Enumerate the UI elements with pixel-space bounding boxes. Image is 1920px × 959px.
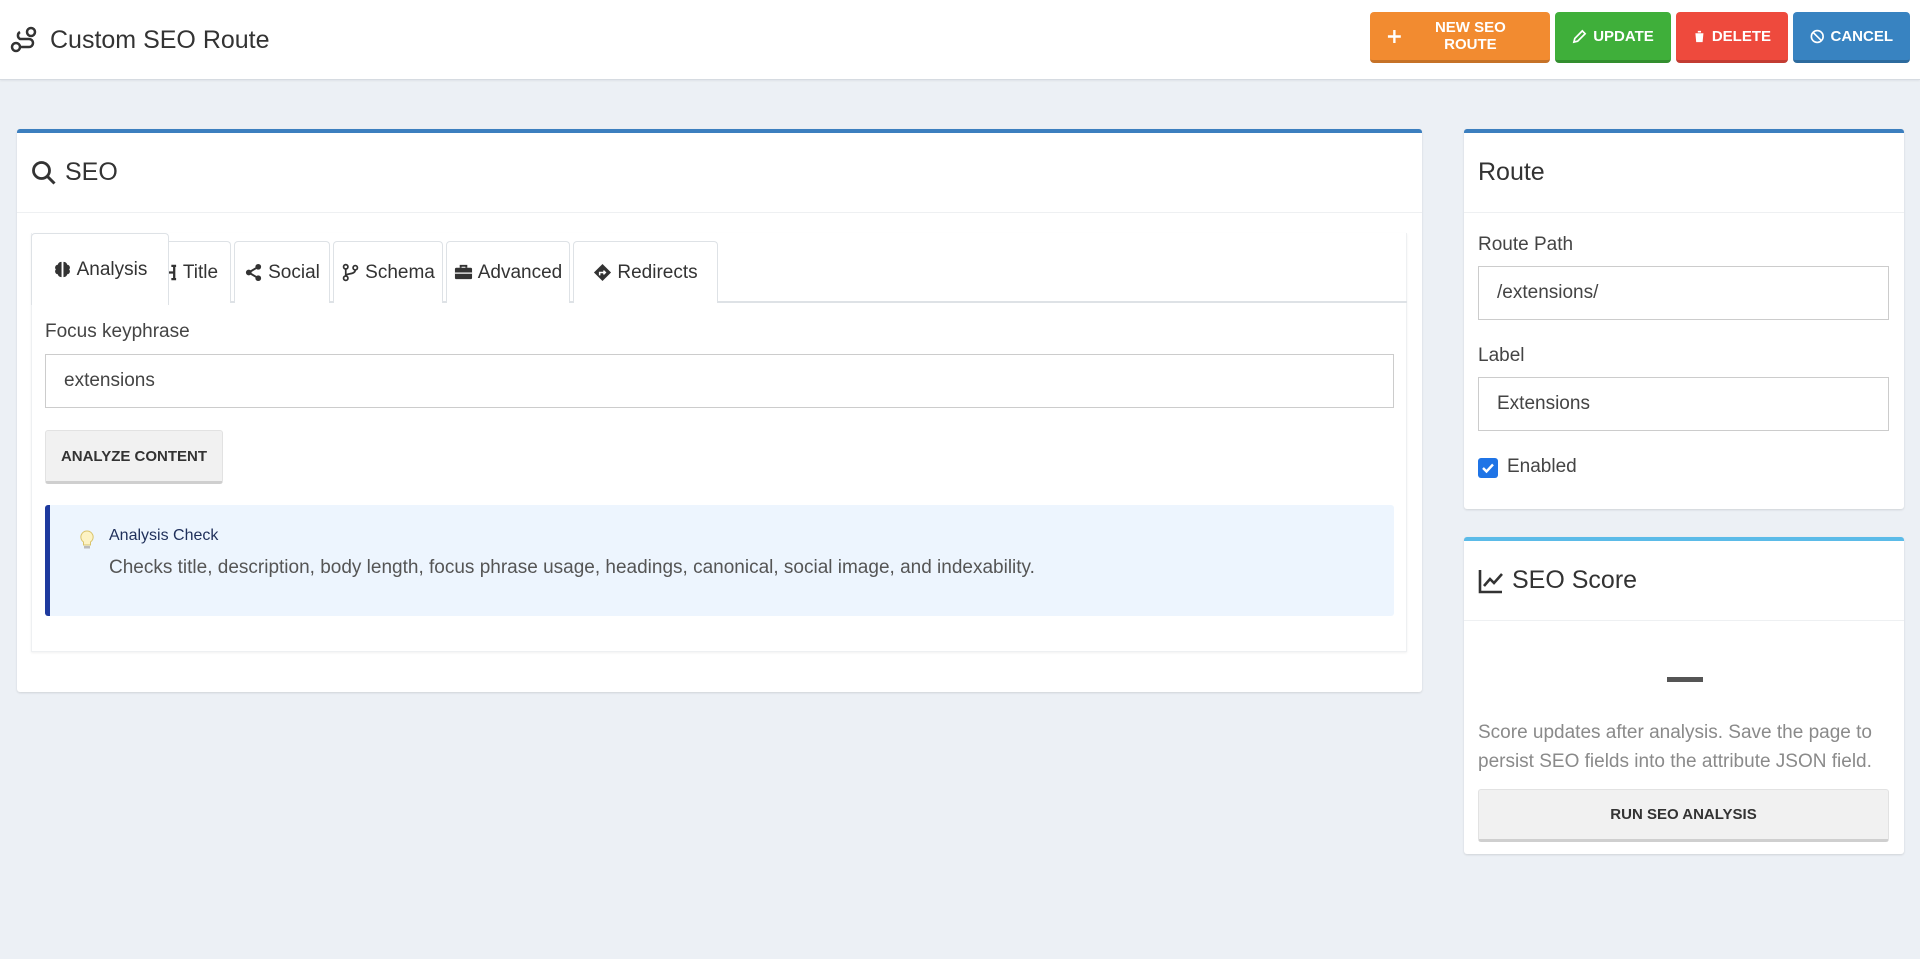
focus-keyphrase-input[interactable] — [45, 354, 1394, 408]
route-card: Route Route Path Label Enabled — [1464, 129, 1904, 509]
toolbar: NEW SEO ROUTE UPDATE DELETE CANCEL — [1370, 12, 1910, 63]
lightbulb-icon — [80, 530, 94, 549]
seo-tabs: Analysis Title Social Schema Advanced Re… — [31, 233, 1407, 305]
seo-score-card: SEO Score — Score updates after analysis… — [1464, 537, 1904, 854]
code-branch-icon — [342, 263, 359, 282]
route-icon — [10, 26, 37, 53]
route-card-title: Route — [1478, 158, 1545, 186]
tab-redirects-label: Redirects — [617, 261, 698, 283]
tab-advanced-label: Advanced — [477, 261, 563, 283]
analyze-content-button[interactable]: ANALYZE CONTENT — [45, 430, 223, 484]
update-label: UPDATE — [1593, 27, 1654, 45]
new-seo-route-button[interactable]: NEW SEO ROUTE — [1370, 12, 1550, 63]
seo-card-header: SEO — [17, 133, 1422, 213]
route-path-input[interactable] — [1478, 266, 1889, 320]
cancel-button[interactable]: CANCEL — [1793, 12, 1910, 63]
delete-label: DELETE — [1711, 27, 1771, 45]
focus-keyphrase-label: Focus keyphrase — [45, 321, 190, 342]
enabled-label: Enabled — [1507, 456, 1577, 477]
tab-advanced[interactable]: Advanced — [446, 241, 570, 303]
update-button[interactable]: UPDATE — [1555, 12, 1671, 63]
run-seo-analysis-button[interactable]: RUN SEO ANALYSIS — [1478, 789, 1889, 842]
brain-icon — [54, 261, 70, 278]
score-note: Score updates after analysis. Save the p… — [1478, 722, 1872, 772]
share-icon — [246, 263, 262, 282]
seo-card-title: SEO — [65, 158, 118, 186]
route-path-label: Route Path — [1478, 234, 1574, 255]
ban-icon — [1810, 29, 1824, 43]
tab-social-label: Social — [268, 261, 320, 283]
trash-icon — [1694, 30, 1705, 42]
seo-card: SEO Analysis Title Social Schema Advance… — [17, 129, 1422, 692]
callout-text: Checks title, description, body length, … — [109, 557, 1035, 578]
tab-schema[interactable]: Schema — [333, 241, 443, 303]
delete-button[interactable]: DELETE — [1676, 12, 1788, 63]
tab-redirects[interactable]: Redirects — [573, 241, 718, 303]
tab-analysis-label: Analysis — [76, 258, 148, 280]
tab-analysis[interactable]: Analysis — [31, 233, 169, 305]
callout-title: Analysis Check — [109, 527, 219, 544]
directions-icon — [594, 263, 612, 282]
route-card-header: Route — [1464, 133, 1904, 213]
tab-title-label: Title — [182, 261, 219, 283]
briefcase-icon — [454, 264, 472, 280]
plus-icon — [1387, 29, 1401, 43]
page-title-text: Custom SEO Route — [50, 25, 270, 54]
top-bar: Custom SEO Route NEW SEO ROUTE UPDATE DE… — [0, 0, 1920, 80]
cancel-label: CANCEL — [1830, 27, 1894, 45]
page-title: Custom SEO Route — [10, 22, 270, 58]
label-input[interactable] — [1478, 377, 1889, 431]
seo-score-value: — — [1667, 677, 1703, 682]
seo-score-card-header: SEO Score — [1464, 541, 1904, 621]
check-icon — [1482, 463, 1494, 474]
tab-social[interactable]: Social — [234, 241, 330, 303]
label-field-label: Label — [1478, 345, 1525, 366]
chart-line-icon — [1478, 569, 1503, 593]
search-icon — [32, 160, 56, 185]
new-seo-route-label: NEW SEO ROUTE — [1434, 19, 1506, 53]
pencil-icon — [1572, 29, 1587, 43]
seo-score-card-title: SEO Score — [1512, 566, 1638, 594]
tab-schema-label: Schema — [365, 261, 435, 283]
enabled-checkbox[interactable] — [1478, 458, 1498, 478]
analysis-callout: Analysis Check Checks title, description… — [45, 505, 1394, 616]
